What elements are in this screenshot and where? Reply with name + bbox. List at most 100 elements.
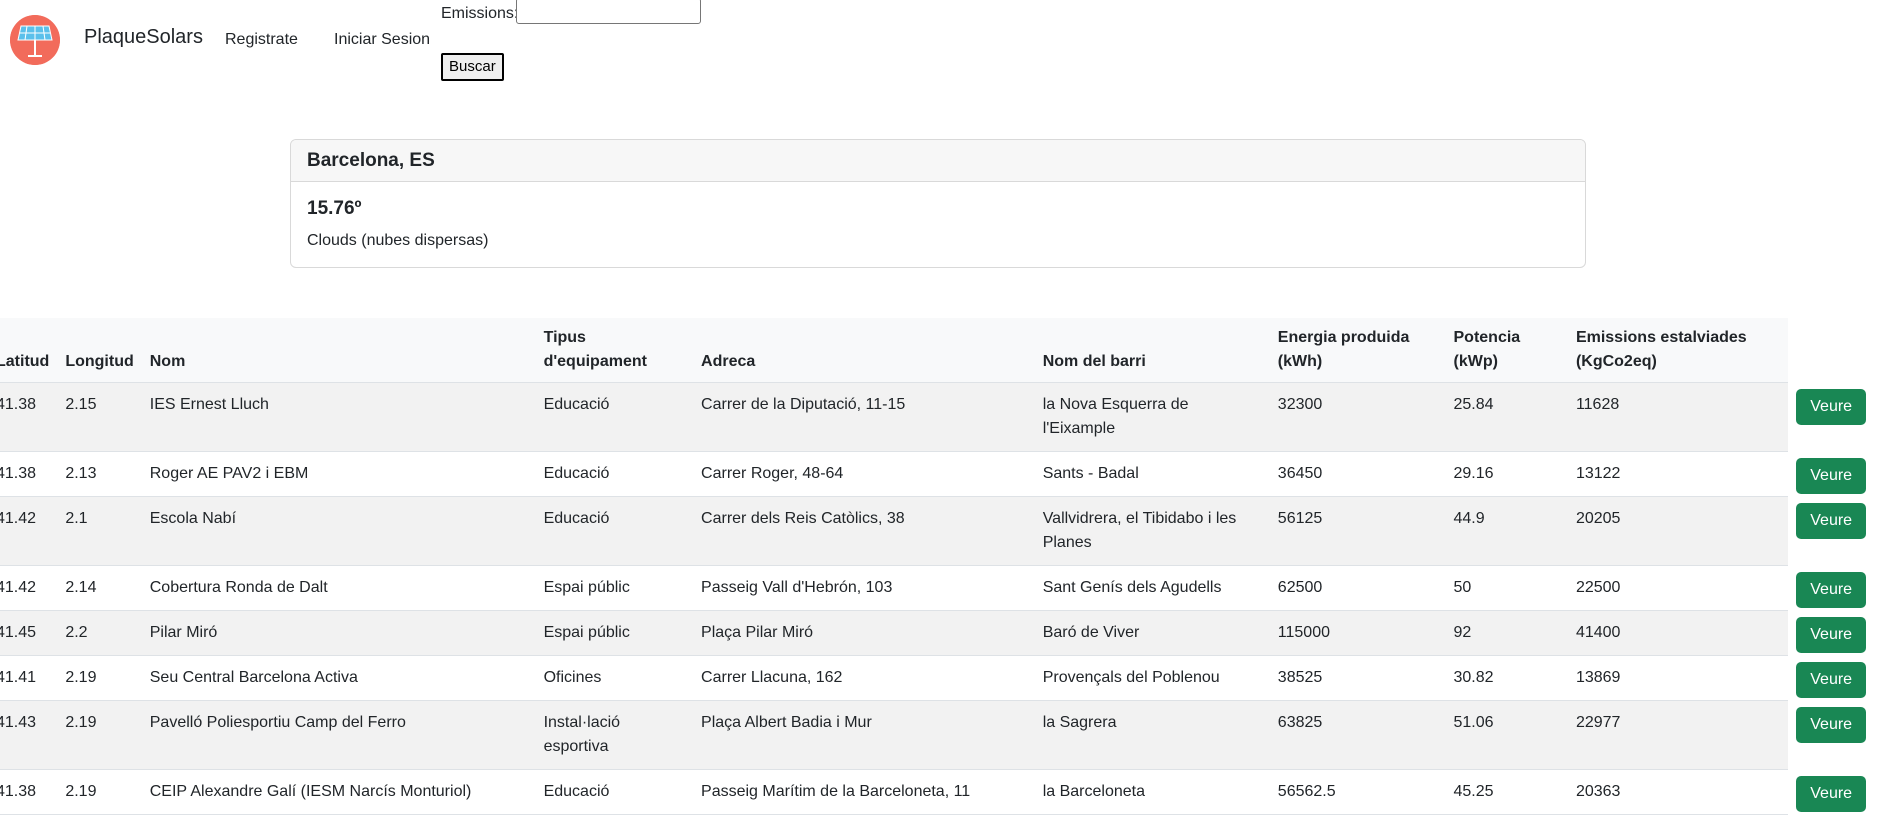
action-cell: Veure — [1788, 769, 1885, 815]
header-tipus: Tipus d'equipament — [535, 318, 694, 383]
cell-emissions: 41400 — [1567, 610, 1789, 656]
veure-button[interactable]: Veure — [1796, 616, 1867, 653]
cell-barri: Vallvidrera, el Tibidabo i les Planes — [1034, 496, 1270, 566]
table-row: 41.42 2.14 Cobertura Ronda de Dalt Espai pú… — [0, 565, 1885, 611]
cell-emissions: 13869 — [1567, 655, 1789, 701]
cell-potencia: 44.9 — [1445, 496, 1568, 566]
header-emissions: Emissions estalviades (KgCo2eq) — [1567, 318, 1789, 383]
table-row: 41.45 2.2 Pilar Miró Espai públic Plaça Pila… — [0, 610, 1885, 656]
cell-barri: Sant Genís dels Agudells — [1034, 565, 1270, 611]
cell-potencia: 30.82 — [1445, 655, 1568, 701]
action-cell: Veure — [1788, 451, 1885, 497]
action-cell: Veure — [1788, 700, 1885, 770]
brand-name[interactable]: PlaqueSolars — [84, 26, 203, 49]
weather-location: Barcelona, ES — [291, 140, 1585, 182]
cell-adreca: Passeig Vall d'Hebrón, 103 — [693, 565, 1035, 611]
header-energia: Energia produida (kWh) — [1269, 318, 1446, 383]
cell-latitud: 41.45 — [0, 610, 58, 656]
table-row: 41.38 2.19 CEIP Alexandre Galí (IESM Narcí… — [0, 769, 1885, 815]
cell-nom: Seu Central Barcelona Activa — [141, 655, 536, 701]
cell-potencia: 45.25 — [1445, 769, 1568, 815]
cell-potencia: 25.84 — [1445, 382, 1568, 452]
nav-register-link[interactable]: Registrate — [225, 31, 298, 49]
veure-button[interactable]: Veure — [1796, 661, 1867, 698]
emissions-label: Emissions: — [441, 5, 519, 22]
cell-nom: Pavelló Poliesportiu Camp del Ferro — [141, 700, 536, 770]
veure-button[interactable]: Veure — [1796, 502, 1867, 539]
header-actions — [1788, 318, 1885, 383]
emissions-input[interactable] — [516, 0, 701, 24]
cell-energia: 56125 — [1269, 496, 1446, 566]
cell-emissions: 20205 — [1567, 496, 1789, 566]
cell-barri: la Nova Esquerra de l'Eixample — [1034, 382, 1270, 452]
header-potencia: Potencia (kWp) — [1445, 318, 1568, 383]
cell-energia: 38525 — [1269, 655, 1446, 701]
header-nom: Nom — [141, 318, 536, 383]
action-cell: Veure — [1788, 655, 1885, 701]
veure-button[interactable]: Veure — [1796, 457, 1867, 494]
cell-nom: IES Ernest Lluch — [141, 382, 536, 452]
cell-adreca: Carrer Llacuna, 162 — [693, 655, 1035, 701]
cell-longitud: 2.14 — [57, 565, 142, 611]
table-row: 41.42 2.1 Escola Nabí Educació Carrer dels R… — [0, 496, 1885, 566]
cell-nom: Pilar Miró — [141, 610, 536, 656]
cell-adreca: Carrer de la Diputació, 11-15 — [693, 382, 1035, 452]
veure-button[interactable]: Veure — [1796, 388, 1867, 425]
cell-latitud: 41.43 — [0, 700, 58, 770]
cell-adreca: Passeig Marítim de la Barceloneta, 11 — [693, 769, 1035, 815]
cell-longitud: 2.19 — [57, 655, 142, 701]
cell-emissions: 22500 — [1567, 565, 1789, 611]
table-row: 41.43 2.19 Pavelló Poliesportiu Camp del F… — [0, 700, 1885, 770]
solar-panel-icon[interactable] — [10, 15, 60, 65]
cell-energia: 63825 — [1269, 700, 1446, 770]
action-cell: Veure — [1788, 565, 1885, 611]
cell-tipus: Educació — [535, 451, 694, 497]
action-cell: Veure — [1788, 496, 1885, 566]
table-header-row: Latitud Longitud Nom Tipus d'equipament … — [0, 318, 1885, 383]
weather-card: Barcelona, ES 15.76º Clouds (nubes dispe… — [290, 139, 1586, 268]
cell-latitud: 41.41 — [0, 655, 58, 701]
cell-latitud: 41.38 — [0, 451, 58, 497]
cell-longitud: 2.19 — [57, 769, 142, 815]
table-row: 41.38 2.13 Roger AE PAV2 i EBM Educació Carr… — [0, 451, 1885, 497]
cell-barri: Provençals del Poblenou — [1034, 655, 1270, 701]
nav-login-link[interactable]: Iniciar Sesion — [334, 31, 430, 49]
cell-energia: 56562.5 — [1269, 769, 1446, 815]
cell-tipus: Educació — [535, 769, 694, 815]
cell-adreca: Carrer Roger, 48-64 — [693, 451, 1035, 497]
cell-potencia: 50 — [1445, 565, 1568, 611]
veure-button[interactable]: Veure — [1796, 571, 1867, 608]
search-button[interactable]: Buscar — [441, 53, 504, 81]
cell-adreca: Plaça Albert Badia i Mur — [693, 700, 1035, 770]
cell-energia: 32300 — [1269, 382, 1446, 452]
cell-tipus: Espai públic — [535, 565, 694, 611]
cell-barri: la Barceloneta — [1034, 769, 1270, 815]
header-adreca: Adreca — [693, 318, 1035, 383]
cell-tipus: Educació — [535, 496, 694, 566]
veure-button[interactable]: Veure — [1796, 775, 1867, 812]
cell-tipus: Oficines — [535, 655, 694, 701]
weather-temperature: 15.76º — [307, 198, 362, 219]
cell-tipus: Educació — [535, 382, 694, 452]
cell-barri: Baró de Viver — [1034, 610, 1270, 656]
cell-potencia: 29.16 — [1445, 451, 1568, 497]
cell-longitud: 2.2 — [57, 610, 142, 656]
cell-latitud: 41.38 — [0, 769, 58, 815]
cell-barri: Sants - Badal — [1034, 451, 1270, 497]
cell-emissions: 22977 — [1567, 700, 1789, 770]
cell-energia: 36450 — [1269, 451, 1446, 497]
header-latitud: Latitud — [0, 318, 58, 383]
cell-nom: Cobertura Ronda de Dalt — [141, 565, 536, 611]
cell-longitud: 2.19 — [57, 700, 142, 770]
cell-nom: Roger AE PAV2 i EBM — [141, 451, 536, 497]
veure-button[interactable]: Veure — [1796, 706, 1867, 743]
cell-emissions: 13122 — [1567, 451, 1789, 497]
header-barri: Nom del barri — [1034, 318, 1270, 383]
table-row: 41.38 2.15 IES Ernest Lluch Educació Carrer … — [0, 382, 1885, 452]
cell-emissions: 11628 — [1567, 382, 1789, 452]
cell-emissions: 20363 — [1567, 769, 1789, 815]
weather-description: Clouds (nubes dispersas) — [307, 232, 489, 249]
header-longitud: Longitud — [57, 318, 142, 383]
cell-potencia: 51.06 — [1445, 700, 1568, 770]
cell-potencia: 92 — [1445, 610, 1568, 656]
